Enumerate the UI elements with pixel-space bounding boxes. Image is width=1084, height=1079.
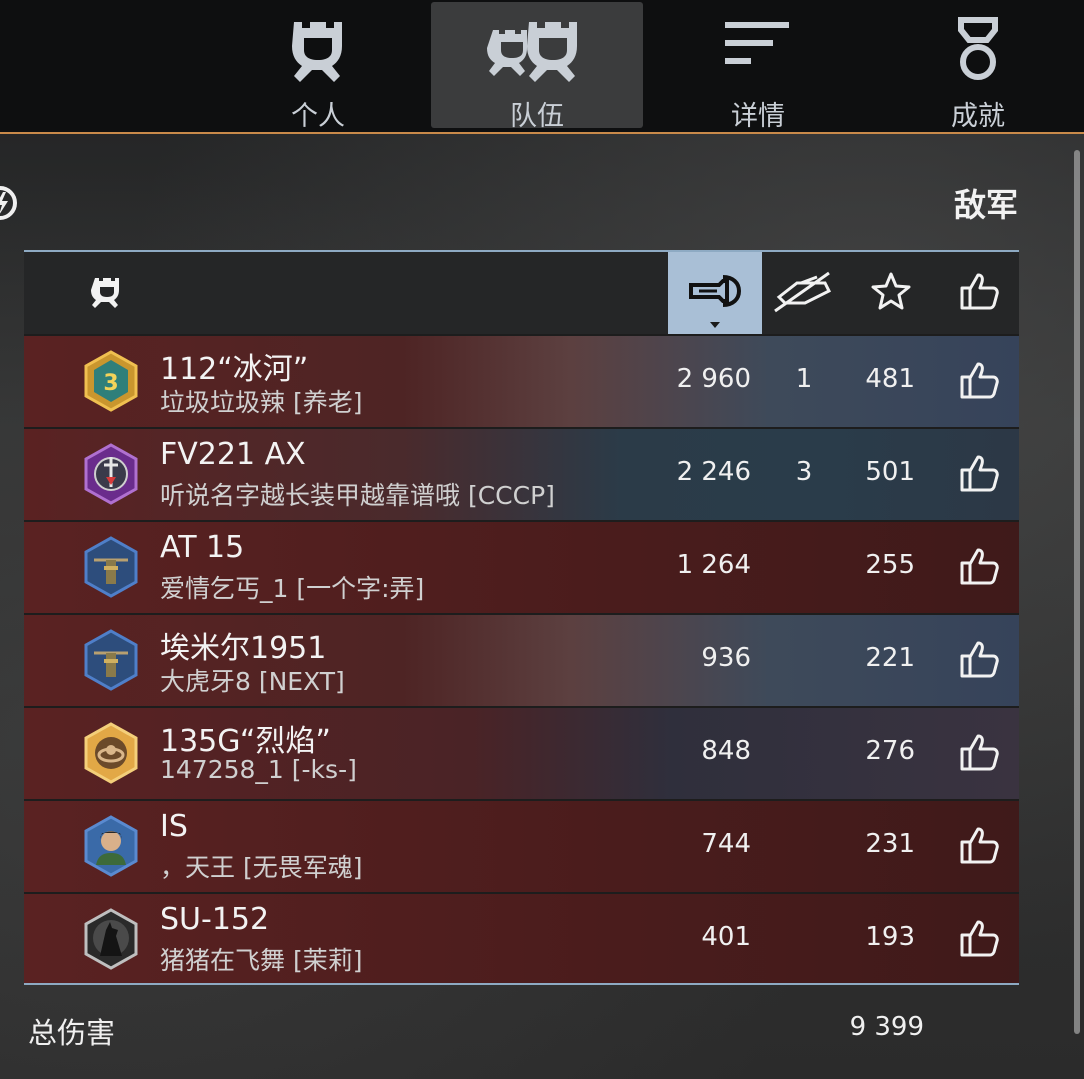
table-row[interactable]: 135G“烈焰” 147258_1 [-ks-] 848 276 bbox=[24, 706, 1019, 799]
wolf-badge-icon bbox=[80, 908, 142, 970]
like-column-header bbox=[944, 252, 1014, 334]
experience-value: 193 bbox=[865, 922, 915, 952]
like-icon bbox=[959, 271, 999, 315]
experience-star-icon bbox=[871, 271, 911, 315]
sort-kills-column[interactable] bbox=[762, 252, 844, 334]
tab-label: 队伍 bbox=[510, 101, 564, 132]
tank-name: 112“冰河” bbox=[160, 352, 309, 387]
sort-caret-icon bbox=[710, 322, 720, 328]
total-damage-value: 9 399 bbox=[849, 1012, 924, 1042]
lightning-icon bbox=[0, 180, 20, 230]
like-button[interactable] bbox=[959, 546, 999, 590]
tank-blue-badge-icon bbox=[80, 536, 142, 598]
total-damage-label: 总伤害 bbox=[28, 1016, 116, 1050]
side-title: 敌军 bbox=[953, 186, 1018, 224]
tab-personal[interactable]: 个人 bbox=[212, 2, 424, 132]
table-row[interactable]: 埃米尔1951 大虎牙8 [NEXT] 936 221 bbox=[24, 613, 1019, 706]
like-button[interactable] bbox=[959, 918, 999, 962]
damage-value: 936 bbox=[701, 643, 751, 673]
like-button[interactable] bbox=[959, 825, 999, 869]
top-nav-bar: 个人 队伍 详情 成就 bbox=[0, 0, 1084, 134]
tank-blue-badge-icon bbox=[80, 629, 142, 691]
tab-achievements[interactable]: 成就 bbox=[872, 2, 1084, 132]
details-lines-icon bbox=[723, 16, 793, 80]
table-row[interactable]: FV221 AX 听说名字越长装甲越靠谱哦 [CCCP] 2 246 3 501 bbox=[24, 427, 1019, 520]
player-name: ，天王 [无畏军魂] bbox=[160, 853, 363, 882]
table-row[interactable]: SU-152 猪猪在飞舞 [茉莉] 401 193 bbox=[24, 892, 1019, 985]
tank-name: IS bbox=[160, 809, 188, 844]
kills-icon bbox=[771, 269, 835, 317]
tank-name: AT 15 bbox=[160, 530, 245, 565]
medal-icon bbox=[953, 16, 1003, 90]
like-button[interactable] bbox=[959, 732, 999, 776]
portrait-badge-icon bbox=[80, 815, 142, 877]
player-name: 垃圾垃圾辣 [养老] bbox=[160, 388, 363, 417]
tab-team[interactable]: 队伍 bbox=[431, 2, 643, 132]
table-bottom-divider bbox=[24, 983, 1019, 985]
damage-value: 2 960 bbox=[676, 364, 751, 394]
team-results-table: 3 112“冰河” 垃圾垃圾辣 [养老] 2 960 1 481 FV221 A… bbox=[24, 250, 1019, 985]
table-row[interactable]: 3 112“冰河” 垃圾垃圾辣 [养老] 2 960 1 481 bbox=[24, 334, 1019, 427]
single-helmet-icon bbox=[280, 16, 356, 92]
tab-details[interactable]: 详情 bbox=[652, 2, 864, 132]
tank-name: 135G“烈焰” bbox=[160, 724, 331, 759]
like-button[interactable] bbox=[959, 639, 999, 683]
like-button[interactable] bbox=[959, 360, 999, 404]
svg-text:3: 3 bbox=[103, 371, 118, 396]
experience-value: 481 bbox=[865, 364, 915, 394]
tank-name: SU-152 bbox=[160, 902, 270, 937]
table-row[interactable]: IS ，天王 [无畏军魂] 744 231 bbox=[24, 799, 1019, 892]
player-helmet-icon bbox=[84, 252, 130, 334]
damage-value: 744 bbox=[701, 829, 751, 859]
experience-value: 231 bbox=[865, 829, 915, 859]
tab-label: 详情 bbox=[731, 101, 785, 132]
tab-label: 个人 bbox=[291, 101, 345, 132]
sort-damage-column[interactable] bbox=[668, 252, 762, 334]
experience-value: 501 bbox=[865, 457, 915, 487]
damage-value: 2 246 bbox=[676, 457, 751, 487]
experience-value: 255 bbox=[865, 550, 915, 580]
kills-value: 1 bbox=[795, 364, 813, 394]
damage-value: 848 bbox=[701, 736, 751, 766]
tank-name: 埃米尔1951 bbox=[160, 631, 327, 666]
player-name: 爱情乞丐_1 [一个字:弄] bbox=[160, 574, 425, 603]
table-row[interactable]: AT 15 爱情乞丐_1 [一个字:弄] 1 264 255 bbox=[24, 520, 1019, 613]
player-name: 猪猪在飞舞 [茉莉] bbox=[160, 946, 363, 975]
team-helmets-icon bbox=[485, 16, 589, 92]
damage-value: 401 bbox=[701, 922, 751, 952]
rank-3-badge-icon: 3 bbox=[80, 350, 142, 412]
tank-name: FV221 AX bbox=[160, 437, 306, 472]
player-name: 大虎牙8 [NEXT] bbox=[160, 667, 345, 696]
purple-sword-badge-icon bbox=[80, 443, 142, 505]
experience-value: 221 bbox=[865, 643, 915, 673]
gold-ring-badge-icon bbox=[80, 722, 142, 784]
damage-shell-icon bbox=[687, 269, 743, 317]
kills-value: 3 bbox=[795, 457, 813, 487]
experience-value: 276 bbox=[865, 736, 915, 766]
player-name: 147258_1 [-ks-] bbox=[160, 755, 357, 784]
scrollbar[interactable] bbox=[1074, 150, 1080, 1034]
damage-value: 1 264 bbox=[676, 550, 751, 580]
tab-label: 成就 bbox=[951, 101, 1005, 132]
sort-experience-column[interactable] bbox=[856, 252, 926, 334]
player-name: 听说名字越长装甲越靠谱哦 [CCCP] bbox=[160, 481, 555, 510]
table-header bbox=[24, 252, 1019, 334]
like-button[interactable] bbox=[959, 453, 999, 497]
